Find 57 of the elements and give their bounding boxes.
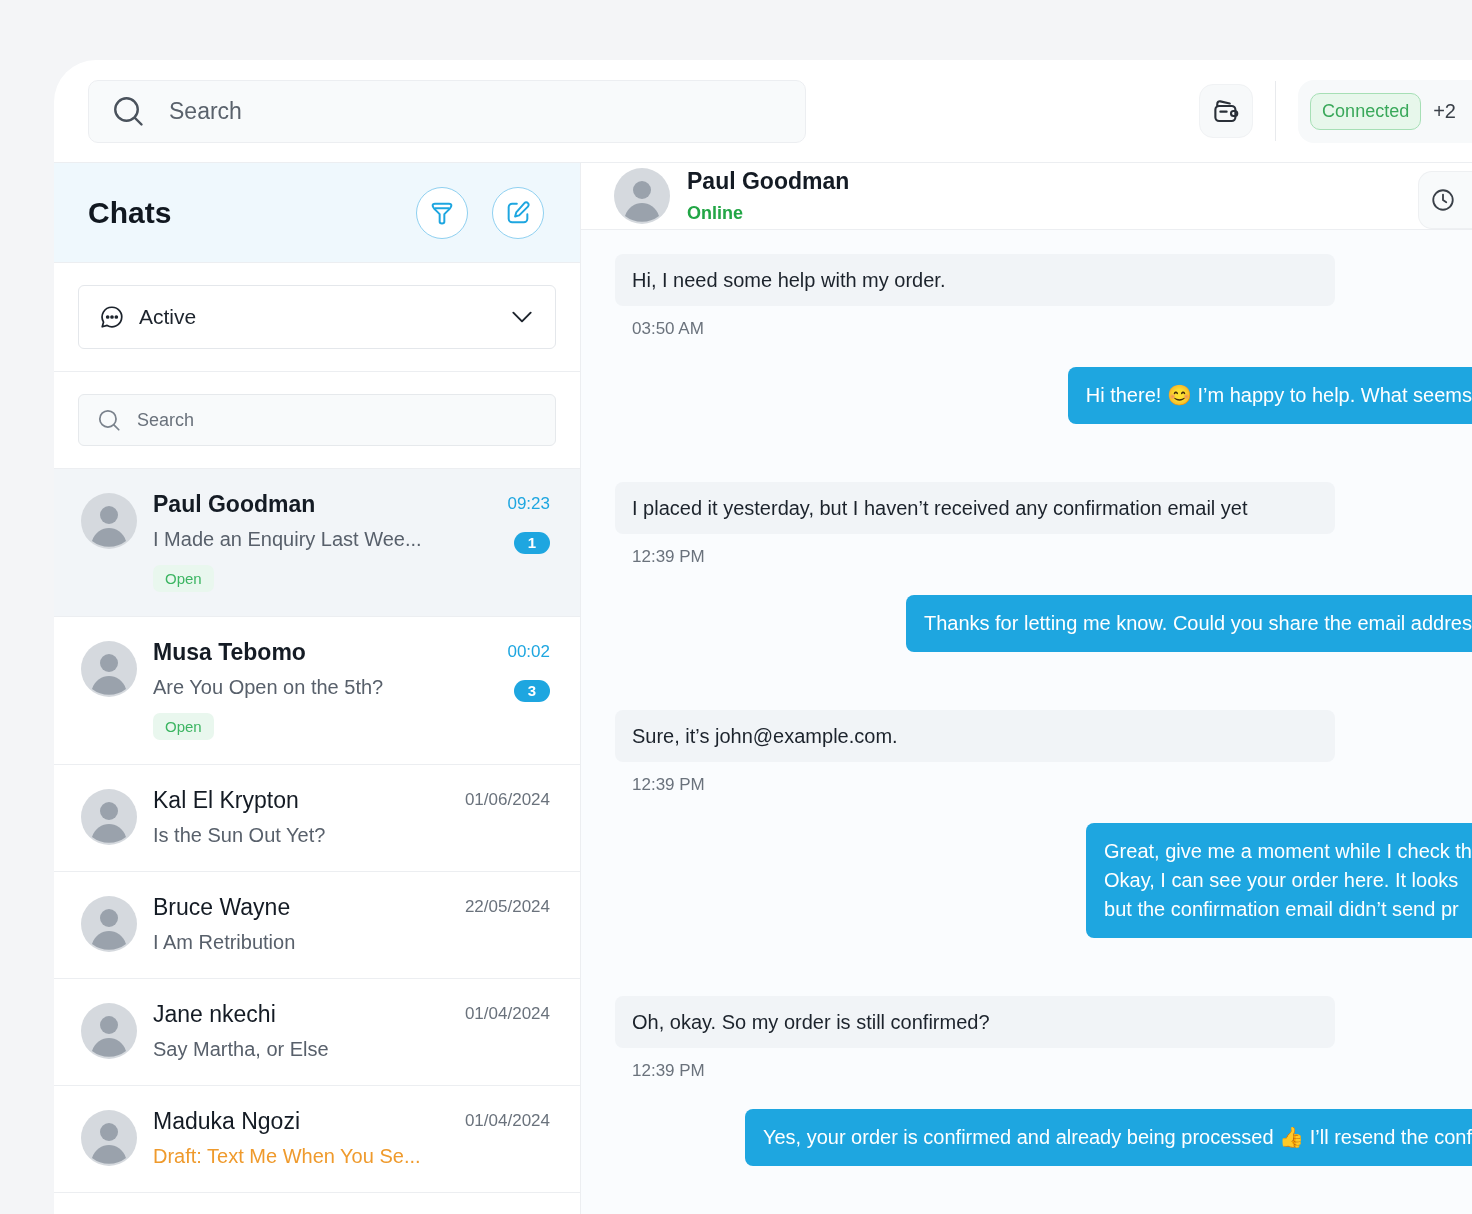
connection-status: Connected	[1310, 92, 1422, 130]
chats-title: Chats	[88, 195, 173, 230]
incoming-message: I placed it yesterday, but I haven’t received any confirmation email yet	[615, 482, 1335, 534]
avatar-icon	[81, 1110, 137, 1166]
contact-name: Jane nkechi	[153, 1001, 277, 1028]
contact-name: Paul Goodman	[153, 491, 317, 518]
chat-bubble-icon	[99, 304, 125, 330]
search-icon	[96, 407, 122, 433]
contact-name: Musa Tebomo	[153, 639, 307, 666]
chat-list-item[interactable]: Paul Goodman I Made an Enquiry Last Wee... Open 09:23 1	[54, 469, 580, 617]
message-preview: I Am Retribution	[153, 931, 297, 954]
avatar-icon	[81, 896, 137, 952]
message-preview: Are You Open on the 5th?	[153, 676, 385, 699]
message-time: 09:23	[507, 493, 550, 514]
contact-name: Paul Goodman	[687, 168, 851, 195]
message-time: 01/04/2024	[464, 1110, 550, 1131]
clock-icon	[1430, 187, 1456, 213]
status-tag: Open	[153, 713, 214, 740]
chat-search-field[interactable]: Search	[78, 394, 556, 446]
online-status: Online	[687, 203, 744, 224]
avatar-icon	[81, 1003, 137, 1059]
contact-name: Bruce Wayne	[153, 894, 292, 921]
message-time: 12:39 PM	[632, 775, 705, 795]
filter-button[interactable]	[416, 186, 468, 239]
outgoing-message: Hi there! 😊 I’m happy to help. What seems	[1067, 367, 1472, 424]
status-dropdown[interactable]: Active	[78, 285, 556, 349]
search-field[interactable]: Search	[88, 79, 806, 143]
message-preview: I Made an Enquiry Last Wee...	[153, 528, 423, 551]
message-time: 22/05/2024	[464, 896, 550, 917]
outgoing-message: Yes, your order is confirmed and already being processed 👍 I’ll resend the conf	[744, 1109, 1472, 1166]
history-button[interactable]	[1418, 171, 1472, 229]
message-preview: Is the Sun Out Yet?	[153, 824, 327, 847]
message-time: 12:39 PM	[632, 1061, 705, 1081]
phone-number: +2	[1433, 99, 1456, 123]
message-time: 12:39 PM	[632, 547, 705, 567]
incoming-message: Hi, I need some help with my order.	[615, 254, 1335, 306]
new-chat-button[interactable]	[492, 186, 544, 239]
unread-count: 3	[514, 680, 550, 702]
message-preview: Say Martha, or Else	[153, 1038, 330, 1061]
message-time: 01/04/2024	[464, 1003, 550, 1024]
avatar-icon	[81, 789, 137, 845]
message-time: 00:02	[507, 641, 550, 662]
message-time: 01/06/2024	[464, 789, 550, 810]
avatar-icon	[81, 641, 137, 697]
wallet-button[interactable]	[1199, 84, 1254, 138]
contact-name: Kal El Krypton	[153, 787, 300, 814]
status-tag: Open	[153, 565, 214, 592]
outgoing-message: Great, give me a moment while I check th Okay, I can see your order here. It looks but the confirmation email didn’t send pr	[1086, 823, 1472, 938]
avatar-icon	[81, 493, 137, 549]
unread-count: 1	[514, 532, 550, 554]
avatar-icon	[614, 168, 670, 224]
contact-name: Maduka Ngozi	[153, 1108, 302, 1135]
incoming-message: Oh, okay. So my order is still confirmed?	[615, 996, 1335, 1048]
message-preview: Draft: Text Me When You Se...	[153, 1145, 422, 1168]
outgoing-message: Thanks for letting me know. Could you share the email addres	[905, 595, 1472, 652]
incoming-message: Sure, it’s john@example.com.	[615, 710, 1335, 762]
message-time: 03:50 AM	[632, 319, 704, 339]
